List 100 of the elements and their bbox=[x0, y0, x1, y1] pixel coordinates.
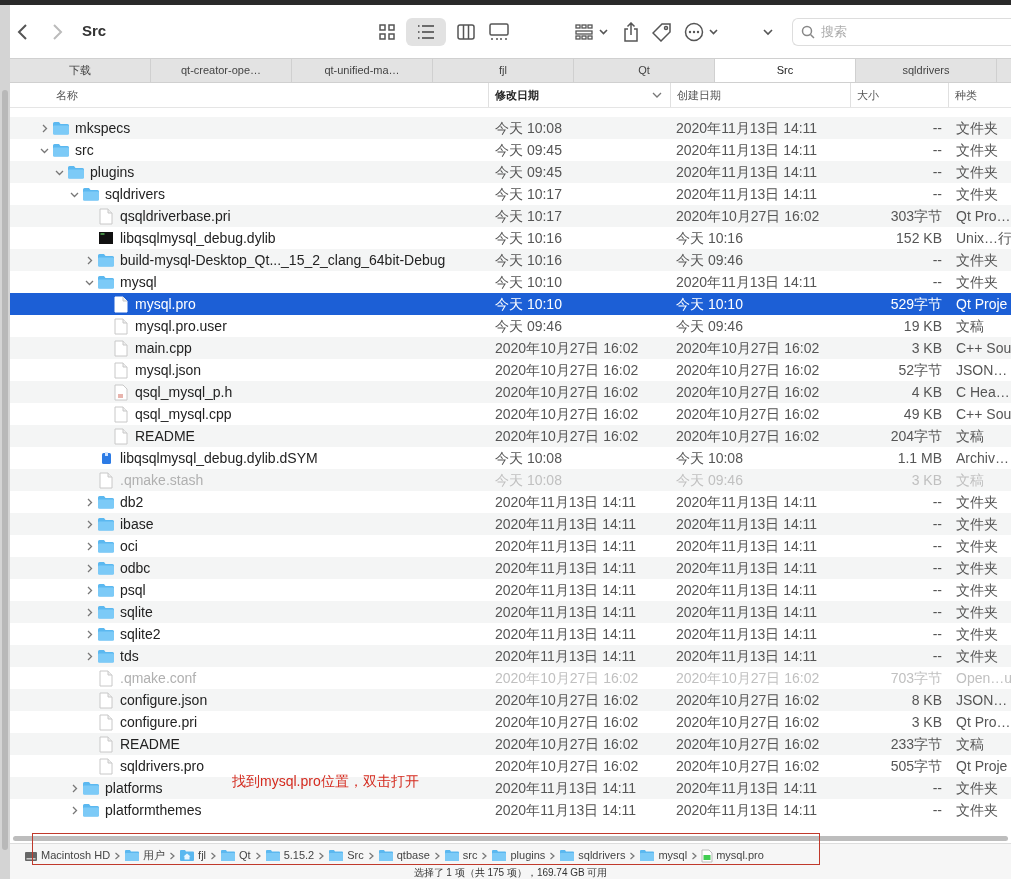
file-name[interactable]: libqsqlmysql_debug.dylib bbox=[120, 227, 276, 249]
file-name[interactable]: ibase bbox=[120, 513, 154, 535]
path-item[interactable]: mysql bbox=[639, 847, 688, 864]
table-cell-text: 文件夹 bbox=[955, 250, 999, 270]
table-cell-text: -- bbox=[931, 492, 942, 512]
file-name[interactable]: README bbox=[120, 733, 180, 755]
window-title: Src bbox=[82, 21, 108, 42]
table-cell-text: -- bbox=[931, 118, 942, 138]
file-name[interactable]: sqlite2 bbox=[120, 623, 161, 645]
horizontal-scrollbar[interactable] bbox=[13, 836, 1008, 841]
tab[interactable]: Src bbox=[715, 59, 856, 82]
table-cell-text: 文件夹 bbox=[955, 492, 999, 512]
file-name[interactable]: mysql.pro.user bbox=[135, 315, 227, 337]
table-cell-text: 49 KB bbox=[902, 404, 942, 424]
table-cell-text: -- bbox=[931, 514, 942, 534]
file-name[interactable]: qsql_mysql.cpp bbox=[135, 403, 232, 425]
table-cell-text: 2020年10月27日 16:02 bbox=[675, 734, 821, 754]
path-item[interactable]: src bbox=[443, 847, 478, 864]
file-name[interactable]: build-mysql-Desktop_Qt..._15_2_clang_64bit-Debug bbox=[120, 249, 446, 271]
table-cell-text: -- bbox=[931, 536, 942, 556]
file-name[interactable]: src bbox=[75, 139, 94, 161]
file-name[interactable]: mysql bbox=[120, 271, 157, 293]
column-header[interactable]: 种类 bbox=[948, 83, 1011, 107]
table-cell-text: 文稿 bbox=[955, 734, 985, 754]
table-cell-text: 2020年11月13日 14:11 bbox=[675, 140, 819, 160]
path-item[interactable]: plugins bbox=[491, 847, 546, 864]
column-header[interactable]: 创建日期 bbox=[670, 83, 850, 107]
table-cell-text: 2020年10月27日 16:02 bbox=[675, 382, 821, 402]
folder-icon bbox=[97, 649, 115, 663]
scrollbar-thumb[interactable] bbox=[2, 90, 8, 850]
folder-icon bbox=[639, 849, 656, 862]
table-cell-text: 2020年10月27日 16:02 bbox=[675, 426, 821, 446]
share-icon bbox=[622, 21, 640, 42]
table-cell-text: 2020年11月13日 14:11 bbox=[675, 646, 819, 666]
folder-icon bbox=[52, 143, 70, 157]
file-name[interactable]: sqldrivers bbox=[105, 183, 165, 205]
file-name[interactable]: mkspecs bbox=[75, 117, 131, 139]
table-cell-text: 文件夹 bbox=[955, 624, 999, 644]
file-name[interactable]: db2 bbox=[120, 491, 144, 513]
columns-icon bbox=[456, 21, 476, 42]
table-cell-text: -- bbox=[931, 624, 942, 644]
table-cell-text: 2020年10月27日 16:02 bbox=[675, 338, 821, 358]
column-header[interactable]: 名称 bbox=[10, 83, 488, 107]
list-view-button[interactable] bbox=[406, 17, 446, 46]
search-input[interactable]: 搜索 bbox=[821, 21, 941, 42]
path-item[interactable]: Src bbox=[328, 847, 364, 864]
file-name[interactable]: mysql.pro bbox=[135, 293, 196, 315]
table-cell-text: 文件夹 bbox=[955, 184, 999, 204]
file-name[interactable]: sqlite bbox=[120, 601, 153, 623]
folder-icon bbox=[491, 849, 508, 862]
file-name[interactable]: configure.pri bbox=[120, 711, 198, 733]
file-name[interactable]: README bbox=[135, 425, 195, 447]
table-cell-text: -- bbox=[931, 162, 942, 182]
selected-row[interactable]: mysql.pro 今天 10:10 今天 10:10 529字节 Qt Proje bbox=[10, 293, 1011, 315]
table-cell-text: Qt Pro… bbox=[955, 206, 1011, 226]
column-header[interactable]: 修改日期 bbox=[488, 83, 670, 107]
table-cell-text: 204字节 bbox=[889, 426, 942, 446]
table-cell-text: 2020年10月27日 16:02 bbox=[675, 756, 821, 776]
file-name[interactable]: main.cpp bbox=[135, 337, 192, 359]
file-name[interactable]: sqldrivers.pro bbox=[120, 755, 205, 777]
table-cell-text: 2020年11月13日 14:11 bbox=[675, 492, 819, 512]
table-cell-text: 4 KB bbox=[910, 382, 942, 402]
table-cell-text: 2020年11月13日 14:11 bbox=[675, 272, 819, 292]
table-cell-text: -- bbox=[931, 250, 942, 270]
path-item[interactable]: sqldrivers bbox=[559, 847, 626, 864]
table-cell-text: -- bbox=[931, 140, 942, 160]
search-field[interactable]: 搜索 bbox=[792, 17, 1011, 46]
path-item[interactable]: 5.15.2 bbox=[264, 847, 315, 864]
file-name[interactable]: psql bbox=[120, 579, 146, 601]
path-item[interactable]: qtbase bbox=[377, 847, 430, 864]
table-cell-text: 文件夹 bbox=[955, 800, 999, 820]
file-name[interactable]: platformthemes bbox=[105, 799, 202, 821]
path-item[interactable]: Qt bbox=[220, 847, 251, 864]
table-cell-text: -- bbox=[931, 800, 942, 820]
column-header[interactable]: 大小 bbox=[850, 83, 948, 107]
tag-icon bbox=[652, 21, 672, 42]
file-name[interactable]: configure.json bbox=[120, 689, 208, 711]
table-cell-text: 2020年11月13日 14:11 bbox=[675, 162, 819, 182]
folder-icon bbox=[97, 561, 115, 575]
file-name[interactable]: qsqldriverbase.pri bbox=[120, 205, 231, 227]
path-item[interactable]: 用户 bbox=[124, 847, 166, 864]
file-name[interactable]: platforms bbox=[105, 777, 163, 799]
folder-icon bbox=[559, 849, 576, 862]
file-name[interactable]: libqsqlmysql_debug.dylib.dSYM bbox=[120, 447, 318, 469]
path-item[interactable]: fjl bbox=[179, 847, 207, 864]
file-name[interactable]: odbc bbox=[120, 557, 151, 579]
file-name[interactable]: mysql.json bbox=[135, 359, 202, 381]
table-cell-text: 2020年10月27日 16:02 bbox=[494, 668, 640, 688]
path-item[interactable]: mysql.pro bbox=[701, 847, 764, 864]
file-name[interactable]: oci bbox=[120, 535, 138, 557]
table-cell-text: 303字节 bbox=[889, 206, 942, 226]
table-cell-text: 529字节 bbox=[889, 294, 942, 314]
file-name[interactable]: qsql_mysql_p.h bbox=[135, 381, 233, 403]
file-name[interactable]: plugins bbox=[90, 161, 135, 183]
table-cell-text: 3 KB bbox=[910, 338, 942, 358]
file-name[interactable]: tds bbox=[120, 645, 139, 667]
archive-icon bbox=[99, 450, 113, 466]
terminal-icon bbox=[98, 231, 114, 245]
table-cell-text: 2020年11月13日 14:11 bbox=[675, 536, 819, 556]
sort-chevron-icon bbox=[652, 91, 662, 99]
